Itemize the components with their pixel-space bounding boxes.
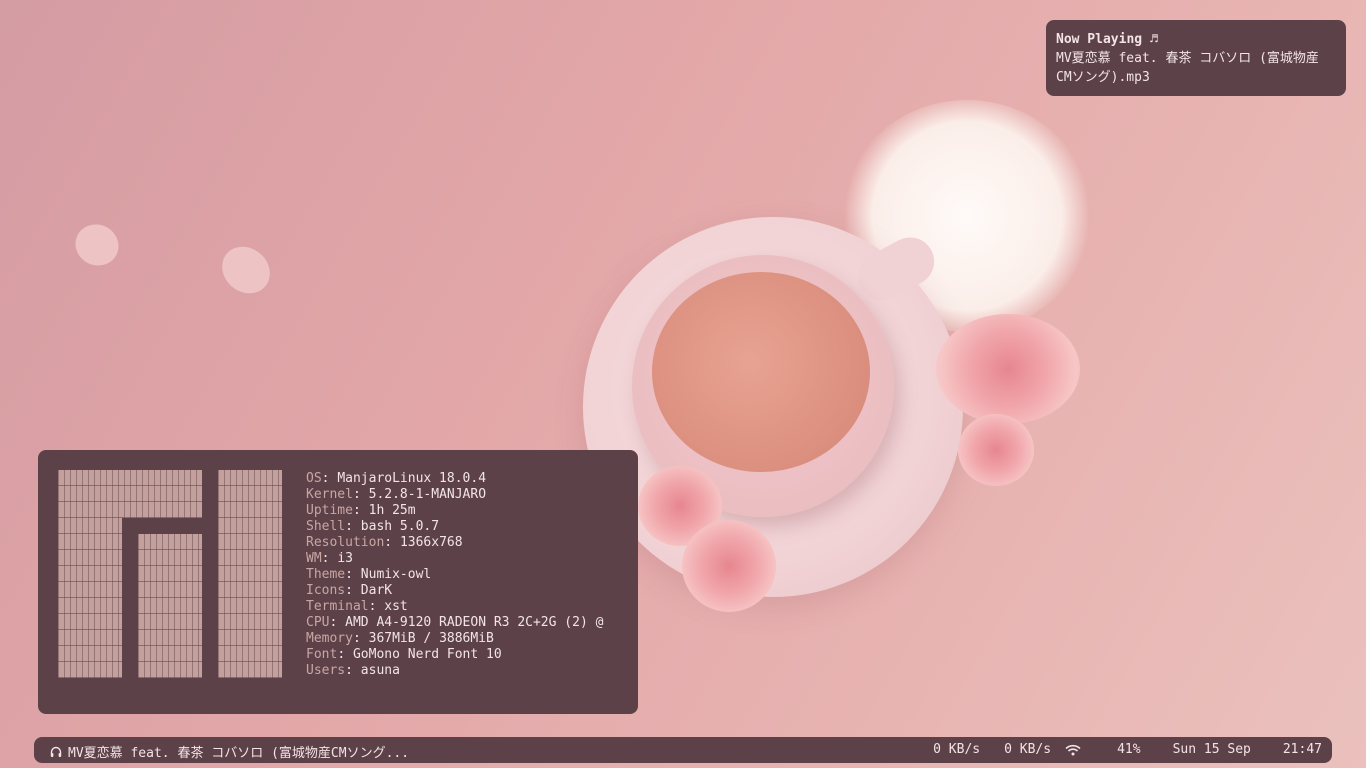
info-value: 1h 25m [368,503,416,518]
info-separator: : [384,535,400,550]
time-text: 21:47 [1282,742,1322,757]
info-key: Uptime [306,503,353,518]
info-row: Icons: DarK [306,583,603,599]
info-value: i3 [337,551,353,566]
network-speed: 0 KB/s 0 KB/s [915,742,1051,757]
info-separator: : [352,503,369,518]
info-row: Terminal: xst [306,599,603,615]
battery-percent: 41% [1117,742,1141,757]
info-value: xst [384,599,408,614]
info-key: Memory [306,631,353,646]
logo-block [58,470,202,518]
info-value: 5.2.8-1-MANJARO [368,487,487,502]
info-separator: : [368,599,385,614]
clock-display: 21:47 [1265,742,1322,757]
upload-arrow-icon [986,744,998,756]
info-key: Kernel [306,487,353,502]
notification-title: Now Playing ♬ [1056,32,1158,47]
info-separator: : [352,487,369,502]
system-info: OS: ManjaroLinux 18.0.4 Kernel: 5.2.8-1-M… [306,471,603,679]
info-value: Numix-owl [360,567,432,582]
info-value: AMD A4-9120 RADEON R3 2C+2G (2) @ [345,615,604,630]
wallpaper-coffee [652,272,870,472]
info-separator: : [321,551,338,566]
headphones-icon [50,746,62,758]
info-key: Terminal [306,599,369,614]
info-key: OS [306,471,322,486]
current-track[interactable]: MV夏恋慕 feat. 春茶 コバソロ (富城物産CMソング... [68,742,409,761]
info-row: Resolution: 1366x768 [306,535,603,551]
battery-status: 41% [1095,742,1140,757]
info-row: WM: i3 [306,551,603,567]
wallpaper-rose [682,520,776,612]
date-text: Sun 15 Sep [1172,742,1251,757]
logo-block [138,534,202,678]
info-row: Font: GoMono Nerd Font 10 [306,647,603,663]
upload-speed: 0 KB/s [1004,742,1052,757]
notification-body: MV夏恋慕 feat. 春茶 コバソロ (富城物産 CMソング).mp3 [1056,51,1319,85]
info-key: Shell [306,519,346,534]
info-row: Shell: bash 5.0.7 [306,519,603,535]
info-key: Theme [306,567,346,582]
wallpaper-petal [214,239,278,301]
info-value: bash 5.0.7 [360,519,440,534]
info-value: asuna [360,663,400,678]
logo-block [58,518,122,678]
info-value: 1366x768 [399,535,463,550]
now-playing-notification[interactable]: Now Playing ♬ MV夏恋慕 feat. 春茶 コバソロ (富城物産 … [1046,20,1346,96]
info-separator: : [345,583,361,598]
info-separator: : [345,567,361,582]
info-row: Memory: 367MiB / 3886MiB [306,631,603,647]
info-separator: : [329,615,346,630]
date-display: Sun 15 Sep [1155,742,1251,757]
logo-block [218,470,282,678]
info-row: CPU: AMD A4-9120 RADEON R3 2C+2G (2) @ [306,615,603,631]
info-separator: : [345,519,361,534]
info-separator: : [345,663,361,678]
info-separator: : [337,647,353,662]
clock-icon [1265,744,1277,756]
info-row: Users: asuna [306,663,603,679]
wallpaper-rose [936,314,1080,424]
info-separator: : [321,471,338,486]
info-separator: : [352,631,369,646]
info-key: Font [306,647,338,662]
calendar-icon [1155,744,1167,756]
wallpaper-rose [958,414,1034,486]
status-bar: MV夏恋慕 feat. 春茶 コバソロ (富城物産CMソング... 0 KB/s… [34,737,1332,763]
info-row: OS: ManjaroLinux 18.0.4 [306,471,603,487]
info-key: WM [306,551,322,566]
info-row: Uptime: 1h 25m [306,503,603,519]
info-value: 367MiB / 3886MiB [368,631,494,646]
battery-icon [1095,744,1111,756]
info-row: Theme: Numix-owl [306,567,603,583]
manjaro-logo [58,470,282,678]
wifi-icon[interactable] [1065,744,1081,756]
info-key: Users [306,663,346,678]
info-value: ManjaroLinux 18.0.4 [337,471,487,486]
wallpaper-petal [70,218,124,272]
info-value: DarK [360,583,393,598]
download-speed: 0 KB/s [933,742,981,757]
info-key: Resolution [306,535,385,550]
info-key: Icons [306,583,346,598]
info-key: CPU [306,615,330,630]
terminal-window[interactable]: OS: ManjaroLinux 18.0.4 Kernel: 5.2.8-1-M… [38,450,638,714]
download-arrow-icon [915,744,927,756]
info-row: Kernel: 5.2.8-1-MANJARO [306,487,603,503]
info-value: GoMono Nerd Font 10 [352,647,502,662]
